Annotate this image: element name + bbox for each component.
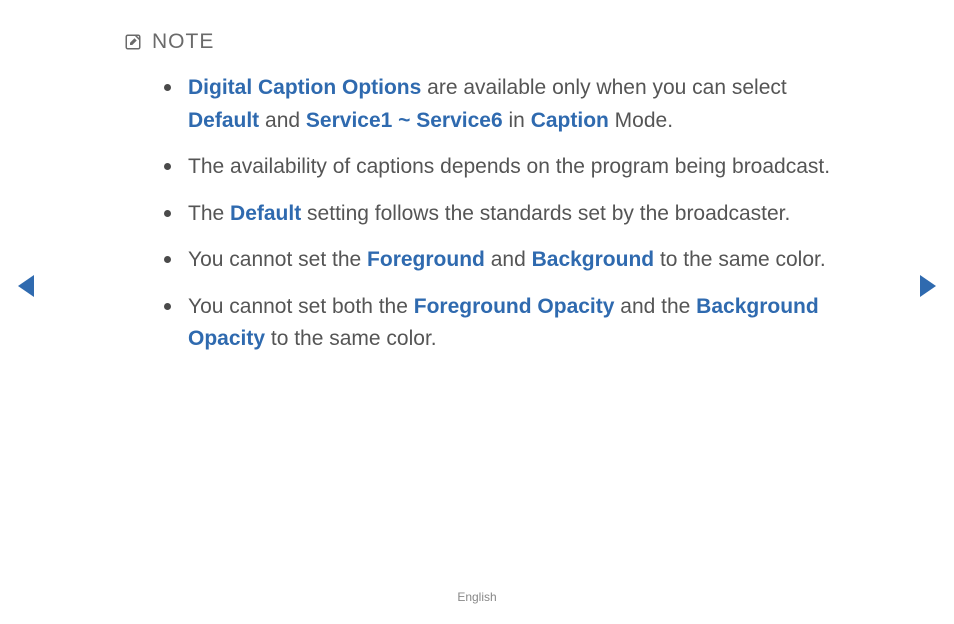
list-item: Digital Caption Options are available on…: [164, 72, 854, 137]
keyword: Digital Caption Options: [188, 76, 421, 99]
next-page-arrow[interactable]: [920, 275, 936, 297]
text-segment: You cannot set both the: [188, 295, 414, 318]
text-segment: in: [503, 109, 531, 132]
list-item: The Default setting follows the standard…: [164, 198, 854, 231]
text-segment: to the same color.: [654, 248, 826, 271]
text-segment: You cannot set the: [188, 248, 367, 271]
text-segment: to the same color.: [265, 327, 437, 350]
text-segment: and: [259, 109, 306, 132]
list-item: The availability of captions depends on …: [164, 151, 854, 184]
keyword: Foreground Opacity: [414, 295, 615, 318]
footer-language: English: [0, 590, 954, 604]
text-segment: Mode.: [609, 109, 673, 132]
note-label: NOTE: [152, 30, 214, 54]
text-segment: The availability of captions depends on …: [188, 155, 830, 178]
page-container: NOTE Digital Caption Options are availab…: [0, 0, 954, 624]
text-segment: and the: [614, 295, 696, 318]
note-header: NOTE: [124, 30, 894, 54]
note-bullet-list: Digital Caption Options are available on…: [164, 72, 854, 356]
keyword: Caption: [531, 109, 609, 132]
note-icon: [124, 33, 142, 51]
list-item: You cannot set both the Foreground Opaci…: [164, 291, 854, 356]
previous-page-arrow[interactable]: [18, 275, 34, 297]
text-segment: The: [188, 202, 230, 225]
keyword: Default: [188, 109, 259, 132]
list-item: You cannot set the Foreground and Backgr…: [164, 244, 854, 277]
keyword: Foreground: [367, 248, 485, 271]
keyword: Background: [532, 248, 655, 271]
text-segment: are available only when you can select: [421, 76, 786, 99]
keyword: Service1 ~ Service6: [306, 109, 503, 132]
text-segment: setting follows the standards set by the…: [301, 202, 790, 225]
text-segment: and: [485, 248, 532, 271]
keyword: Default: [230, 202, 301, 225]
